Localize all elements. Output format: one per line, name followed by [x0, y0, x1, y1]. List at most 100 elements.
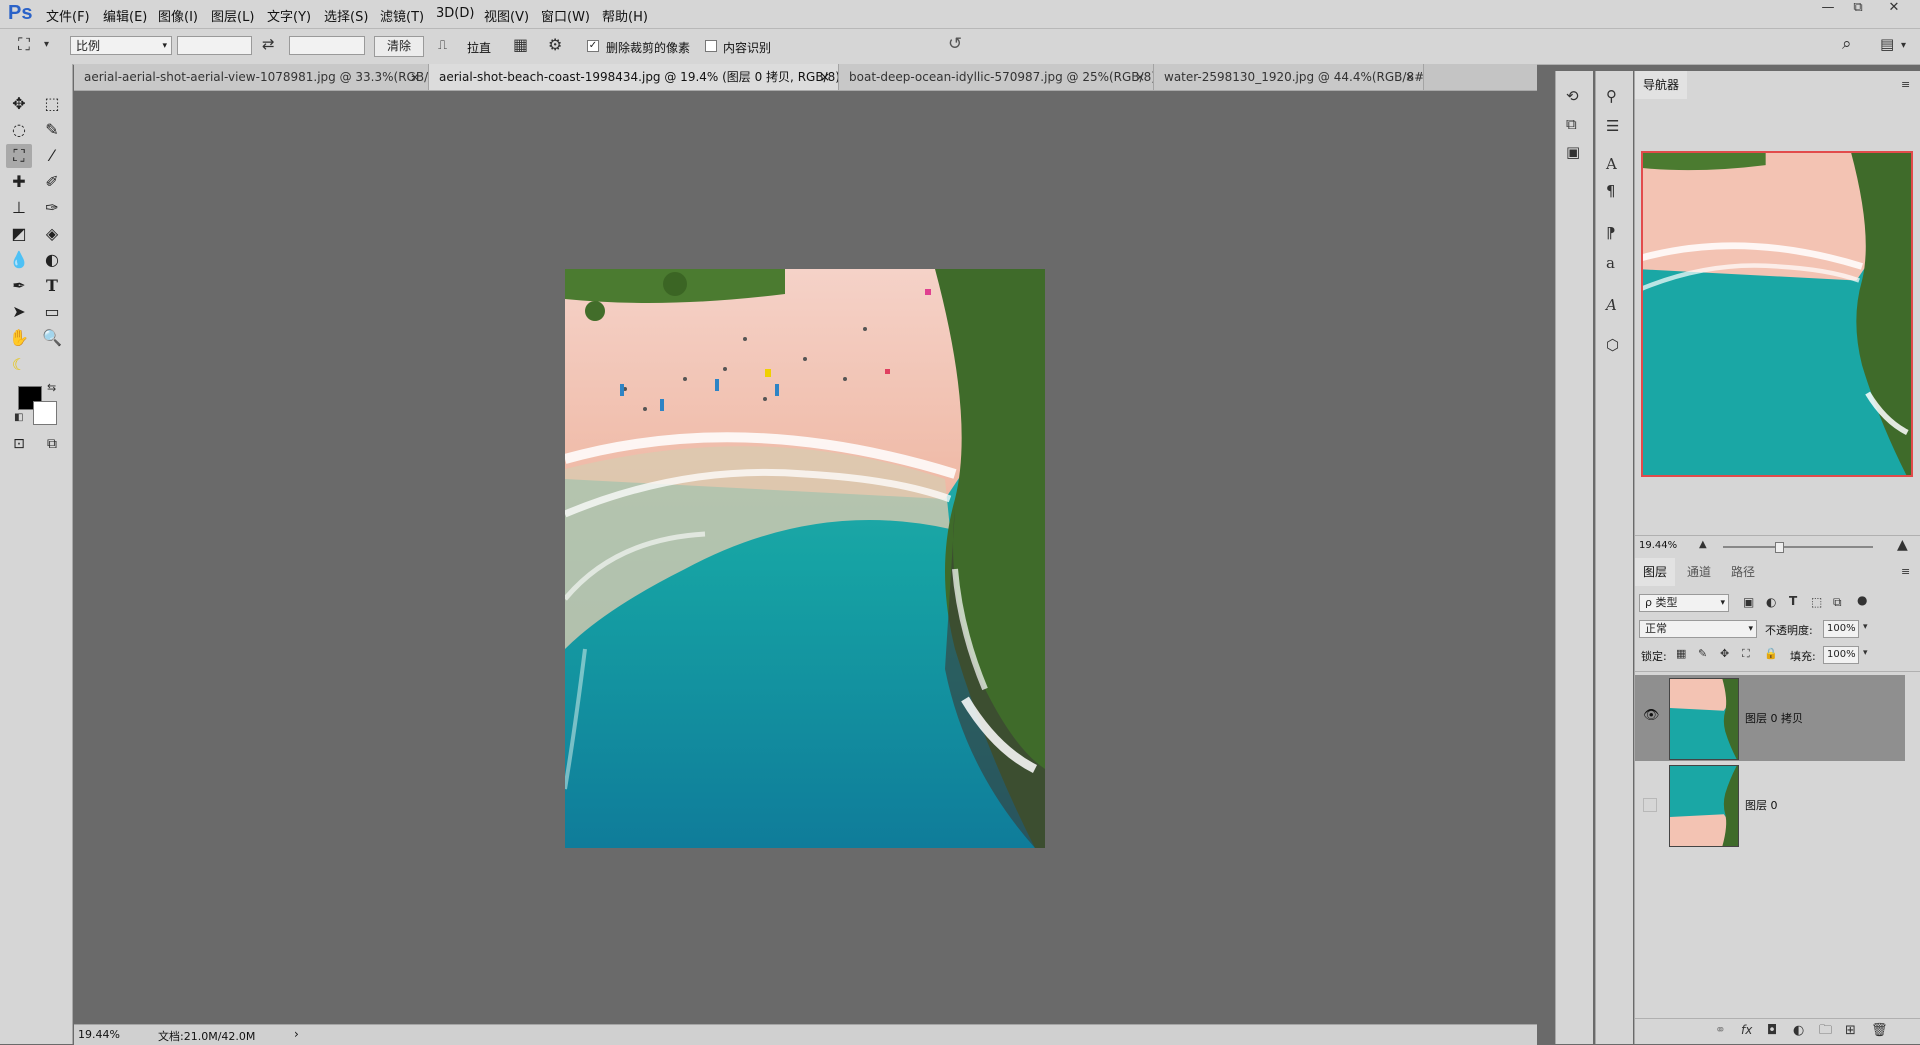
- history-brush-tool-icon[interactable]: ✑: [39, 196, 65, 220]
- navigator-preview[interactable]: [1641, 151, 1913, 477]
- navigator-view-box[interactable]: [1641, 151, 1913, 477]
- chevron-down-icon[interactable]: ▾: [1863, 649, 1868, 658]
- rectangle-tool-icon[interactable]: ▭: [39, 300, 65, 324]
- close-tab-icon[interactable]: ×: [410, 64, 420, 90]
- tab-doc-4[interactable]: water-2598130_1920.jpg @ 44.4%(RGB/8#) ×: [1154, 64, 1424, 90]
- clone-source-icon[interactable]: ⧉: [1566, 117, 1577, 132]
- background-color-swatch[interactable]: [33, 401, 57, 425]
- search-icon[interactable]: ⌕: [1842, 36, 1852, 53]
- brush-tool-icon[interactable]: ✐: [39, 170, 65, 194]
- pixel-filter-icon[interactable]: ▣: [1743, 596, 1754, 608]
- close-tab-icon[interactable]: ×: [1405, 64, 1415, 90]
- mask-icon[interactable]: ◘: [1767, 1024, 1777, 1037]
- panel-menu-icon[interactable]: ≡: [1901, 79, 1910, 90]
- history-icon[interactable]: ⟲: [1566, 89, 1579, 104]
- visibility-toggle-off[interactable]: [1643, 798, 1657, 812]
- document-image[interactable]: [565, 269, 1045, 848]
- layer-name[interactable]: 图层 0: [1745, 797, 1778, 813]
- menu-select[interactable]: 选择(S): [324, 6, 368, 25]
- crop-tool-icon[interactable]: ⛶: [6, 144, 32, 168]
- reset-icon[interactable]: ↺: [948, 36, 962, 53]
- 3d-icon[interactable]: ⬡: [1606, 338, 1619, 353]
- chevron-down-icon[interactable]: ▾: [1901, 41, 1906, 51]
- quick-mask-icon[interactable]: ⊡: [6, 432, 32, 456]
- menu-layer[interactable]: 图层(L): [211, 6, 254, 25]
- close-window-button[interactable]: ✕: [1879, 0, 1909, 20]
- fx-icon[interactable]: fx: [1741, 1024, 1752, 1036]
- close-tab-icon[interactable]: ×: [820, 64, 830, 90]
- restore-button[interactable]: ⧉: [1843, 0, 1873, 20]
- link-icon[interactable]: ⚭: [1715, 1024, 1726, 1037]
- height-input[interactable]: [289, 36, 365, 55]
- blend-mode-select[interactable]: 正常 ▾: [1639, 620, 1757, 638]
- chevron-down-icon[interactable]: ▾: [44, 40, 49, 50]
- menu-filter[interactable]: 滤镜(T): [380, 6, 424, 25]
- smart-object-filter-icon[interactable]: ⧉: [1833, 596, 1842, 608]
- lock-artboard-icon[interactable]: ⛶: [1742, 648, 1750, 659]
- straighten-icon[interactable]: ⎍: [438, 39, 447, 52]
- hand-tool-icon[interactable]: ✋: [6, 326, 32, 350]
- screen-mode-icon[interactable]: ⧉: [39, 432, 65, 456]
- actions-icon[interactable]: ▣: [1566, 145, 1580, 160]
- brush-panel-icon[interactable]: ⚲: [1606, 89, 1617, 104]
- default-colors-icon[interactable]: ◧: [14, 413, 23, 423]
- zoom-slider-track[interactable]: [1723, 546, 1873, 548]
- layer-row[interactable]: 图层 0: [1635, 762, 1905, 848]
- opacity-input[interactable]: 100%: [1823, 620, 1859, 638]
- menu-view[interactable]: 视图(V): [484, 6, 529, 25]
- type-filter-icon[interactable]: T: [1789, 595, 1797, 607]
- width-input[interactable]: [177, 36, 252, 55]
- layer-row-selected[interactable]: 👁 图层 0 拷贝: [1635, 675, 1905, 761]
- menu-image[interactable]: 图像(I): [158, 6, 198, 25]
- blur-tool-icon[interactable]: 💧: [6, 248, 32, 272]
- eraser-tool-icon[interactable]: ◩: [6, 222, 32, 246]
- ratio-select[interactable]: 比例 ▾: [70, 36, 172, 55]
- tab-doc-2[interactable]: aerial-shot-beach-coast-1998434.jpg @ 19…: [429, 64, 839, 90]
- menu-3d[interactable]: 3D(D): [436, 6, 474, 21]
- content-aware-checkbox[interactable]: [705, 40, 717, 52]
- layer-name[interactable]: 图层 0 拷贝: [1745, 710, 1803, 726]
- swap-colors-icon[interactable]: ⇆: [47, 382, 56, 393]
- group-icon[interactable]: 🗀: [1819, 1024, 1832, 1037]
- new-layer-icon[interactable]: ⊞: [1845, 1024, 1856, 1037]
- paragraph-icon[interactable]: ¶: [1606, 184, 1616, 199]
- adjustments-icon[interactable]: ☰: [1606, 119, 1619, 134]
- zoom-in-icon[interactable]: ▲: [1897, 538, 1908, 552]
- zoom-tool-icon[interactable]: 🔍: [39, 326, 65, 350]
- fill-input[interactable]: 100%: [1823, 646, 1859, 664]
- paint-bucket-tool-icon[interactable]: ◈: [39, 222, 65, 246]
- type-tool-icon[interactable]: T: [39, 274, 65, 298]
- adjustment-icon[interactable]: ◐: [1793, 1024, 1804, 1037]
- banana-icon[interactable]: ☾: [6, 353, 32, 377]
- swap-icon[interactable]: ⇄: [262, 37, 275, 52]
- filter-toggle-icon[interactable]: ●: [1857, 594, 1867, 606]
- character-icon[interactable]: A: [1606, 157, 1617, 172]
- character-styles-icon[interactable]: a: [1606, 256, 1615, 271]
- healing-brush-tool-icon[interactable]: ✚: [6, 170, 32, 194]
- tab-doc-3[interactable]: boat-deep-ocean-idyllic-570987.jpg @ 25%…: [839, 64, 1154, 90]
- gear-icon[interactable]: ⚙: [548, 37, 562, 53]
- crop-tool-preset-icon[interactable]: ⛶: [18, 37, 30, 54]
- navigator-zoom-value[interactable]: 19.44%: [1639, 540, 1677, 551]
- zoom-out-icon[interactable]: ▲: [1699, 540, 1707, 550]
- lock-brush-icon[interactable]: ✎: [1698, 648, 1707, 659]
- workspace-icon[interactable]: ▤: [1880, 37, 1894, 52]
- grid-overlay-icon[interactable]: ▦: [513, 37, 528, 53]
- clear-button[interactable]: 清除: [374, 36, 424, 57]
- menu-type[interactable]: 文字(Y): [267, 6, 311, 25]
- tab-layers[interactable]: 图层: [1635, 558, 1676, 586]
- path-selection-tool-icon[interactable]: ➤: [6, 300, 32, 324]
- eyedropper-tool-icon[interactable]: ⁄: [39, 144, 65, 168]
- status-arrow-icon[interactable]: ›: [294, 1027, 299, 1041]
- lasso-tool-icon[interactable]: ◌: [6, 118, 32, 142]
- tab-paths[interactable]: 路径: [1723, 558, 1763, 586]
- lock-all-icon[interactable]: 🔒: [1764, 648, 1778, 659]
- lock-transparent-icon[interactable]: ▦: [1676, 648, 1686, 659]
- layer-filter-select[interactable]: ρ 类型 ▾: [1639, 594, 1729, 612]
- trash-icon[interactable]: 🗑: [1871, 1024, 1888, 1037]
- move-tool-icon[interactable]: ✥: [6, 92, 32, 116]
- zoom-readout[interactable]: 19.44%: [78, 1028, 120, 1041]
- tab-channels[interactable]: 通道: [1679, 558, 1719, 586]
- zoom-slider-handle[interactable]: [1775, 542, 1784, 553]
- lock-position-icon[interactable]: ✥: [1720, 648, 1729, 659]
